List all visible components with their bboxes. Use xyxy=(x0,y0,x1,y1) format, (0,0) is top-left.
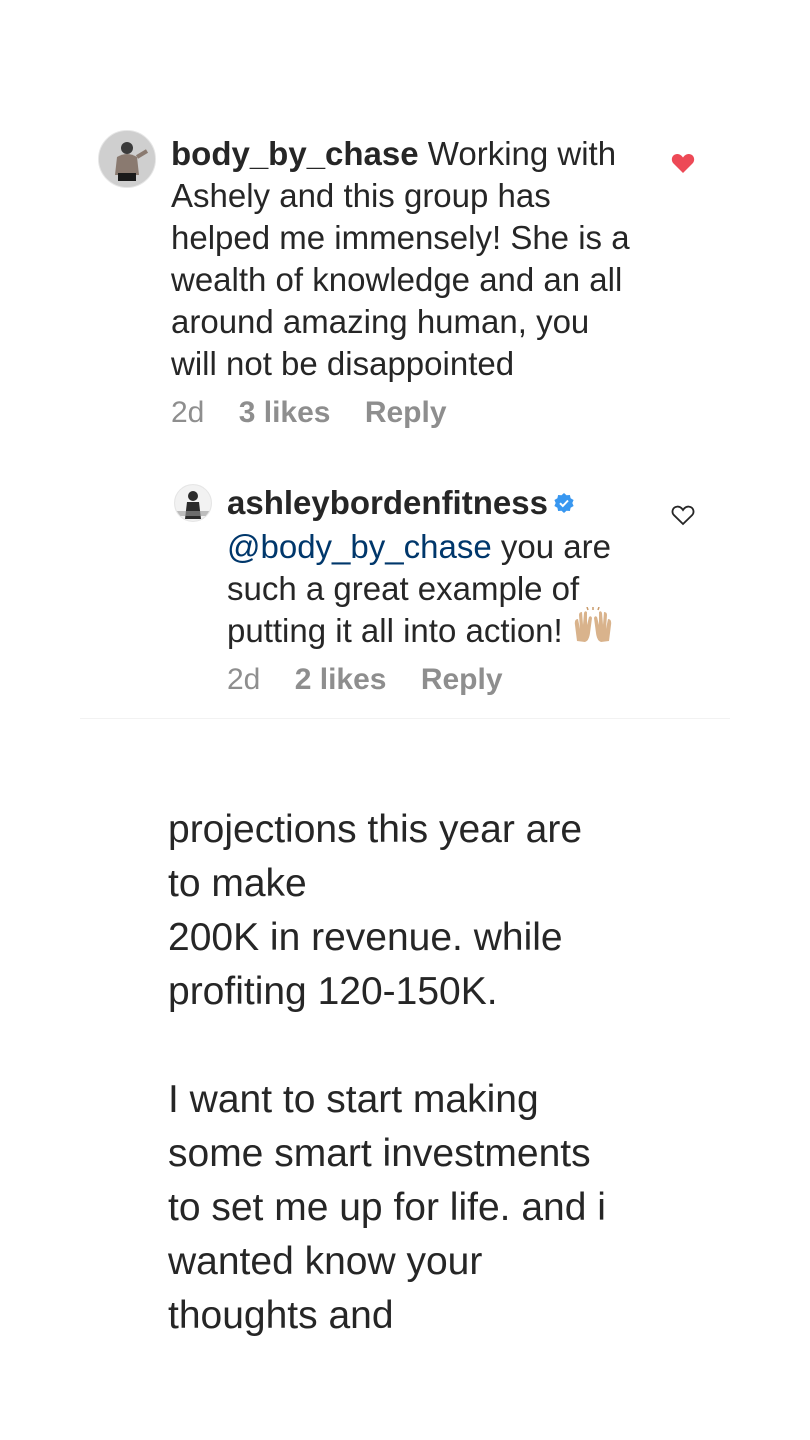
message-line: 200K in revenue. while xyxy=(168,916,563,959)
likes-count[interactable]: 2 likes xyxy=(295,663,387,696)
message-line: wanted know your xyxy=(168,1240,483,1283)
username[interactable]: body_by_chase xyxy=(171,135,419,172)
reply-button[interactable]: Reply xyxy=(365,396,447,429)
heart-outline-icon[interactable] xyxy=(671,504,695,531)
avatar[interactable] xyxy=(174,484,212,522)
timestamp: 2d xyxy=(227,663,261,696)
raising-hands-emoji-icon xyxy=(573,606,613,653)
comment-body: Working with Ashely and this group has h… xyxy=(171,135,630,382)
likes-count[interactable]: 3 likes xyxy=(239,396,331,429)
message-line: projections this year are xyxy=(168,808,583,851)
message-text: projections this year are to make 200K i… xyxy=(168,803,648,1343)
verified-badge-icon xyxy=(554,481,574,523)
timestamp: 2d xyxy=(171,396,205,429)
message-line: to set me up for life. and i xyxy=(168,1186,606,1229)
magazine-cover-icon xyxy=(175,485,211,521)
mention-link[interactable]: @body_by_chase xyxy=(227,528,492,565)
comment-text: body_by_chase Working with Ashely and th… xyxy=(171,133,641,385)
person-photo-icon xyxy=(99,131,155,187)
message-line: some smart investments xyxy=(168,1132,591,1175)
message-line: I want to start making xyxy=(168,1078,539,1121)
message-line: profiting 120-150K. xyxy=(168,970,498,1013)
message-line: thoughts and xyxy=(168,1294,394,1337)
avatar[interactable] xyxy=(98,130,156,188)
heart-filled-icon[interactable] xyxy=(671,152,695,179)
comment-meta: 2d 3 likes Reply xyxy=(171,396,473,430)
message-line: to make xyxy=(168,862,307,905)
comment-text: ashleybordenfitness @body_by_chase you a… xyxy=(227,482,657,657)
reply-button[interactable]: Reply xyxy=(421,663,503,696)
username[interactable]: ashleybordenfitness xyxy=(227,484,548,521)
comment-meta: 2d 2 likes Reply xyxy=(227,663,529,697)
divider xyxy=(80,718,730,719)
